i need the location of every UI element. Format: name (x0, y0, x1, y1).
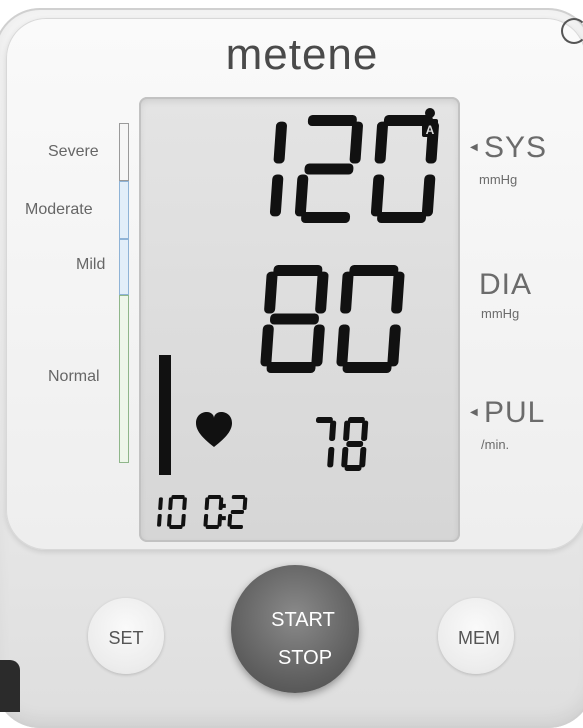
diastolic-digit-segment (264, 271, 278, 314)
brand-logo: metene (225, 30, 379, 79)
diastolic-digit-segment (340, 271, 354, 314)
scale-bar-mild (119, 239, 129, 295)
diastolic-digit-segment (273, 265, 323, 276)
diastolic-digit-segment (260, 324, 274, 367)
time-colon-dot (221, 516, 226, 521)
mem-button-label[interactable]: MEM (446, 628, 512, 649)
scale-bar-moderate (119, 181, 129, 239)
pulse-digit-segment (344, 465, 362, 471)
pulse-digit-segment (341, 447, 349, 468)
lcd-screen: A (139, 97, 460, 542)
time-digit-segment (169, 525, 183, 529)
time-digit-segment (203, 514, 209, 527)
time-digit-segment (167, 514, 172, 527)
time-digit-segment (158, 497, 163, 510)
pulse-digit-segment (329, 420, 337, 442)
diastolic-digit-segment (342, 362, 392, 373)
time-digit-segment (157, 514, 162, 527)
scale-label-normal: Normal (48, 368, 100, 385)
systolic-digit-segment (307, 115, 357, 126)
pulse-digit-segment (327, 447, 335, 468)
time-digit-segment (218, 497, 224, 510)
diastolic-readout (260, 265, 405, 373)
systolic-digit-segment (421, 174, 436, 217)
time-digit-segment (171, 495, 185, 499)
systolic-digit-segment (294, 174, 309, 217)
pulse-digit-segment (347, 417, 365, 423)
sys-unit: mmHg (479, 172, 518, 187)
device-foot (0, 660, 20, 712)
start-label[interactable]: START (260, 609, 346, 632)
pul-unit: /min. (481, 437, 510, 452)
pulse-digit-segment (359, 447, 367, 468)
systolic-digit-segment (273, 121, 287, 164)
diastolic-digit-segment (315, 271, 329, 314)
scale-bar-severe (119, 123, 129, 181)
scale-label-moderate: Moderate (25, 201, 93, 218)
time-digit-segment (207, 495, 222, 499)
time-readout (157, 495, 248, 529)
pulse-digit-segment (361, 420, 369, 442)
diastolic-digit-segment (336, 324, 350, 367)
diastolic-digit-segment (266, 362, 316, 373)
systolic-digit-segment (377, 212, 427, 223)
dia-unit: mmHg (481, 306, 520, 321)
systolic-digit-segment (304, 163, 354, 175)
diastolic-digit-segment (387, 324, 401, 367)
diastolic-digit-segment (269, 313, 319, 325)
time-digit-segment (229, 525, 243, 529)
lcd-display: A (157, 108, 439, 529)
diastolic-digit-segment (391, 271, 405, 314)
diastolic-digit-segment (349, 265, 399, 276)
pulse-readout (315, 417, 369, 471)
corner-icon (561, 18, 583, 44)
time-digit-segment (231, 495, 246, 499)
time-digit-segment (204, 497, 210, 510)
scale-label-mild: Mild (76, 256, 106, 273)
pulse-digit-segment (343, 420, 351, 442)
time-digit-segment (227, 514, 233, 527)
time-digit-segment (205, 525, 219, 529)
diastolic-digit-segment (311, 324, 325, 367)
sys-arrow-icon: ◀ (470, 142, 478, 153)
sys-label: SYS (484, 131, 548, 164)
heart-icon (196, 412, 232, 447)
pulse-digit-segment (315, 417, 333, 423)
scale-label-severe: Severe (48, 143, 99, 160)
user-icon: A (422, 108, 438, 137)
time-digit-segment (217, 514, 223, 527)
pulse-digit-segment (346, 441, 364, 447)
stop-label[interactable]: STOP (268, 647, 342, 670)
time-digit-segment (168, 497, 173, 510)
systolic-digit-segment (370, 174, 385, 217)
systolic-digit-segment (301, 212, 351, 223)
pulse-level-bar (159, 355, 171, 475)
scale-bar-normal (119, 295, 129, 463)
set-button-label[interactable]: SET (96, 628, 156, 649)
user-letter: A (426, 123, 435, 137)
time-digit-segment (182, 497, 187, 510)
pul-label: PUL (484, 396, 546, 429)
time-digit-segment (181, 514, 186, 527)
dia-label: DIA (479, 268, 533, 301)
time-digit-segment (230, 510, 245, 514)
systolic-digit-segment (374, 121, 388, 164)
systolic-digit-segment (269, 174, 284, 217)
systolic-digit-segment (349, 121, 363, 164)
time-digit-segment (242, 497, 248, 510)
pul-arrow-icon: ◀ (470, 407, 478, 418)
systolic-readout (269, 115, 439, 223)
